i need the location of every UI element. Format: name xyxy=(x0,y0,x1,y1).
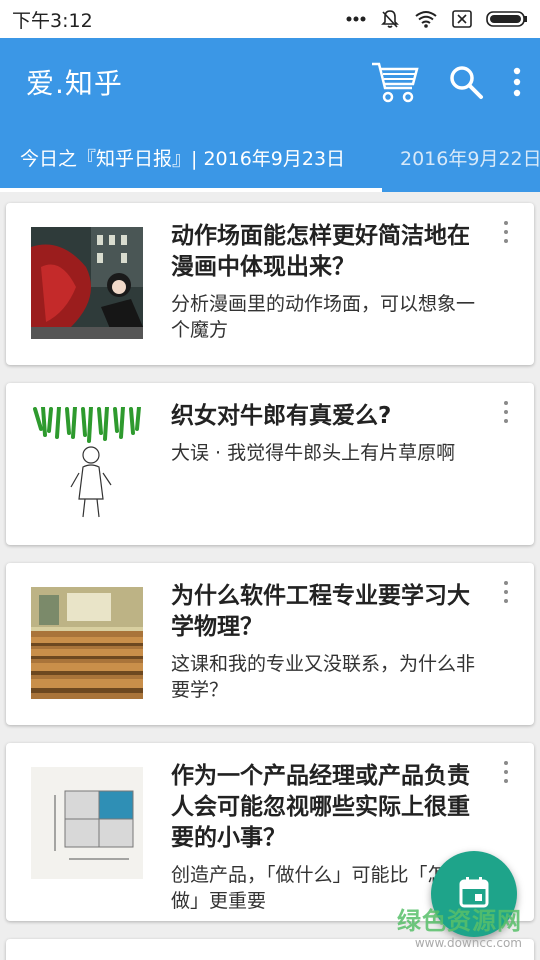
story-thumbnail xyxy=(31,767,143,879)
story-thumbnail xyxy=(31,407,143,519)
story-card[interactable]: 织女对牛郎有真爱么? 大误 · 我觉得牛郎头上有片草原啊 xyxy=(6,383,534,545)
card-more-icon[interactable] xyxy=(502,761,510,783)
sim-x-icon xyxy=(452,10,472,28)
story-title: 为什么软件工程专业要学习大学物理？ xyxy=(171,583,470,640)
overflow-menu-icon[interactable] xyxy=(512,67,522,97)
story-thumbnail xyxy=(31,227,143,339)
app-bar: 爱.知乎 xyxy=(0,38,540,126)
battery-icon xyxy=(486,10,528,28)
status-time: 下午3:12 xyxy=(12,9,93,32)
search-icon[interactable] xyxy=(448,64,484,100)
watermark: 绿色资源网 www.downcc.com xyxy=(397,901,522,950)
story-title: 动作场面能怎样更好简洁地在漫画中体现出来？ xyxy=(171,223,470,280)
story-card[interactable]: 为什么软件工程专业要学习大学物理？ 这课和我的专业又没联系，为什么非要学？ xyxy=(6,563,534,725)
story-excerpt: 分析漫画里的动作场面，可以想象一个魔方 xyxy=(171,293,476,341)
story-thumbnail xyxy=(31,587,143,699)
story-text: 动作场面能怎样更好简洁地在漫画中体现出来？ 分析漫画里的动作场面，可以想象一个魔… xyxy=(171,221,490,343)
story-excerpt: 大误 · 我觉得牛郎头上有片草原啊 xyxy=(171,442,456,464)
status-bar: 下午3:12 xyxy=(0,0,540,38)
tab-previous-day[interactable]: 2016年9月22日 xyxy=(400,126,540,188)
signal-dots-icon xyxy=(346,16,366,22)
app-title: 爱.知乎 xyxy=(26,67,123,100)
story-text: 织女对牛郎有真爱么? 大误 · 我觉得牛郎头上有片草原啊 xyxy=(171,401,490,466)
tab-today[interactable]: 今日之『知乎日报』| 2016年9月23日 xyxy=(20,126,345,188)
mute-bell-icon xyxy=(380,9,400,29)
story-title: 织女对牛郎有真爱么? xyxy=(171,403,392,429)
card-more-icon[interactable] xyxy=(502,221,510,243)
watermark-text: 绿色资源网 xyxy=(397,907,522,935)
date-tabs: 今日之『知乎日报』| 2016年9月23日 2016年9月22日 xyxy=(0,126,540,192)
story-card[interactable]: 动作场面能怎样更好简洁地在漫画中体现出来？ 分析漫画里的动作场面，可以想象一个魔… xyxy=(6,203,534,365)
story-text: 为什么软件工程专业要学习大学物理？ 这课和我的专业又没联系，为什么非要学？ xyxy=(171,581,490,703)
cart-icon[interactable] xyxy=(370,60,420,104)
app-actions xyxy=(370,60,522,104)
status-icons xyxy=(346,9,528,29)
watermark-url: www.downcc.com xyxy=(414,936,522,950)
story-title: 作为一个产品经理或产品负责人会可能忽视哪些实际上很重要的小事？ xyxy=(171,763,470,851)
card-more-icon[interactable] xyxy=(502,581,510,603)
tab-indicator xyxy=(0,188,382,192)
story-excerpt: 这课和我的专业又没联系，为什么非要学？ xyxy=(171,653,476,701)
wifi-icon xyxy=(414,10,438,28)
card-more-icon[interactable] xyxy=(502,401,510,423)
